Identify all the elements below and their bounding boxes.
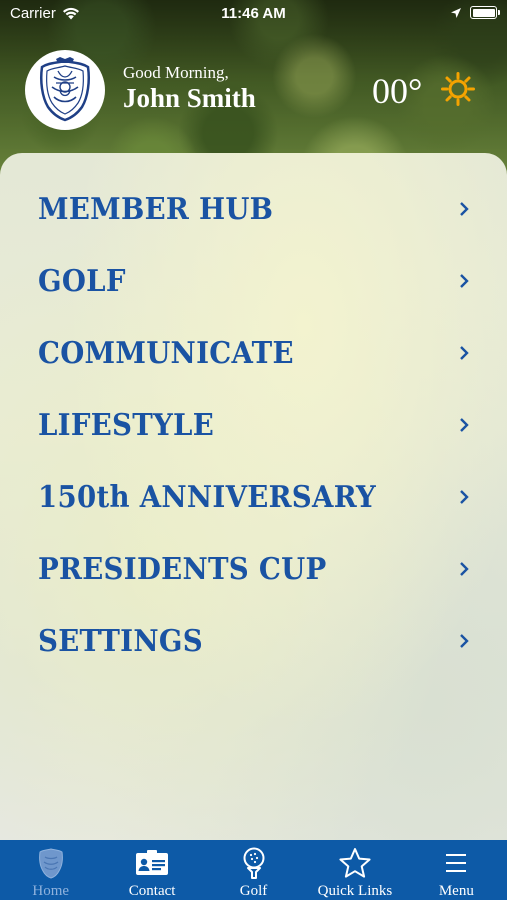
club-crest-logo[interactable] xyxy=(25,50,105,130)
menu-item-150th-anniversary[interactable]: 150th ANNIVERSARY xyxy=(0,461,507,533)
hamburger-icon xyxy=(439,846,473,880)
crest-icon xyxy=(40,57,90,122)
menu-item-golf[interactable]: GOLF xyxy=(0,245,507,317)
chevron-right-icon xyxy=(460,418,469,432)
crest-icon xyxy=(34,846,68,880)
menu-item-label: SETTINGS xyxy=(38,623,203,659)
status-bar: Carrier 11:46 AM xyxy=(0,0,507,28)
tab-label: Menu xyxy=(438,883,474,899)
chevron-right-icon xyxy=(460,274,469,288)
chevron-right-icon xyxy=(460,562,469,576)
chevron-right-icon xyxy=(460,202,469,216)
temperature-readout[interactable]: 00° xyxy=(372,70,422,112)
tab-home[interactable]: Home xyxy=(0,840,101,900)
tab-label: Quick Links xyxy=(317,883,393,899)
main-menu-panel: MEMBER HUB GOLF COMMUNICATE LIFESTYLE 15… xyxy=(0,153,507,843)
chevron-right-icon xyxy=(460,490,469,504)
menu-item-label: GOLF xyxy=(38,263,126,299)
tab-golf[interactable]: Golf xyxy=(203,840,304,900)
tab-contact[interactable]: Contact xyxy=(101,840,202,900)
menu-item-lifestyle[interactable]: LIFESTYLE xyxy=(0,389,507,461)
menu-item-label: PRESIDENTS CUP xyxy=(38,551,327,587)
star-icon xyxy=(338,846,372,880)
menu-item-member-hub[interactable]: MEMBER HUB xyxy=(0,173,507,245)
tab-label: Home xyxy=(32,883,70,899)
menu-item-settings[interactable]: SETTINGS xyxy=(0,605,507,677)
greeting-text: Good Morning, xyxy=(123,63,229,82)
menu-item-presidents-cup[interactable]: PRESIDENTS CUP xyxy=(0,533,507,605)
golf-ball-icon xyxy=(237,846,271,880)
menu-item-label: MEMBER HUB xyxy=(38,191,274,227)
status-time: 11:46 AM xyxy=(221,5,286,22)
menu-item-communicate[interactable]: COMMUNICATE xyxy=(0,317,507,389)
user-name: John Smith xyxy=(123,83,256,113)
sun-icon[interactable] xyxy=(441,72,475,106)
main-menu-list: MEMBER HUB GOLF COMMUNICATE LIFESTYLE 15… xyxy=(0,153,507,677)
tab-menu[interactable]: Menu xyxy=(406,840,507,900)
chevron-right-icon xyxy=(460,346,469,360)
battery-icon xyxy=(470,6,500,19)
menu-item-label: 150th ANNIVERSARY xyxy=(38,479,377,515)
bottom-tab-bar: Home Contact Golf Quick Links Menu xyxy=(0,840,507,900)
menu-item-label: LIFESTYLE xyxy=(38,407,215,443)
status-indicators xyxy=(450,6,500,19)
tab-label: Contact xyxy=(128,883,176,899)
tab-label: Golf xyxy=(239,883,268,899)
location-arrow-icon xyxy=(451,7,461,18)
tab-quick-links[interactable]: Quick Links xyxy=(304,840,405,900)
menu-item-label: COMMUNICATE xyxy=(38,335,294,371)
contact-card-icon xyxy=(135,846,169,880)
chevron-right-icon xyxy=(460,634,469,648)
